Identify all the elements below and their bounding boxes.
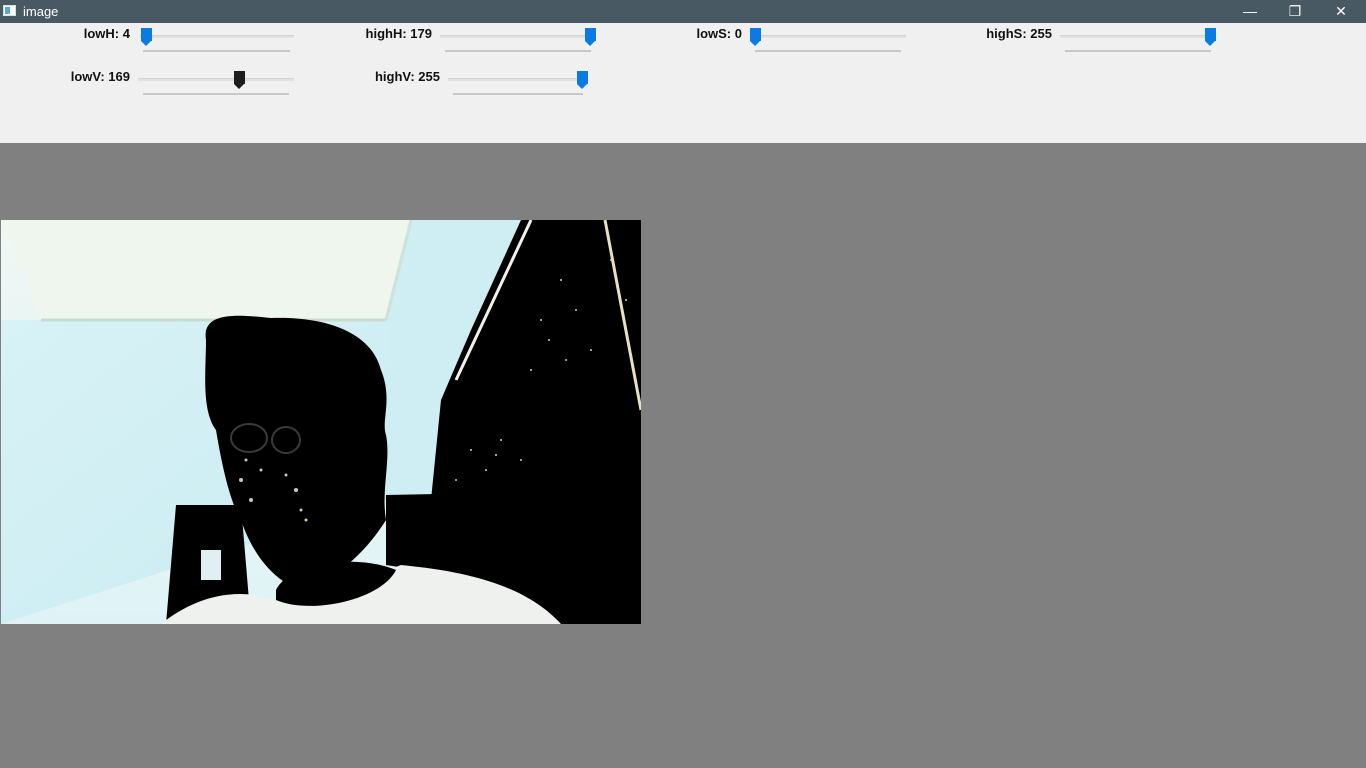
trackbar-panel: lowH: 4 highH: 179 lowS: 0 highS: 255 lo…: [0, 23, 1366, 143]
trackbar-label-highV: highV: 255: [330, 69, 440, 84]
trackbar-baseline: [453, 93, 583, 95]
app-window-icon: [3, 5, 16, 16]
title-bar[interactable]: image — ❐ ✕: [0, 0, 1366, 23]
trackbar-value: 0: [734, 26, 742, 41]
trackbar-value: 169: [108, 69, 130, 84]
window-title: image: [23, 4, 59, 19]
trackbar-value: 179: [410, 26, 432, 41]
trackbar-name: highS:: [986, 26, 1027, 41]
trackbar-label-lowH: lowH: 4: [40, 26, 130, 41]
trackbar-track-lowV[interactable]: [138, 78, 294, 81]
trackbar-track-highV[interactable]: [448, 78, 588, 81]
trackbar-thumb-lowS[interactable]: [750, 28, 761, 46]
trackbar-name: lowS:: [696, 26, 732, 41]
trackbar-label-lowV: lowV: 169: [30, 69, 130, 84]
trackbar-label-lowS: lowS: 0: [652, 26, 742, 41]
trackbar-baseline: [1065, 50, 1211, 52]
trackbar-baseline: [143, 50, 290, 52]
trackbar-label-highH: highH: 179: [322, 26, 432, 41]
trackbar-label-highS: highS: 255: [942, 26, 1052, 41]
trackbar-name: highH:: [365, 26, 407, 41]
trackbar-track-highS[interactable]: [1060, 35, 1216, 38]
minimize-button[interactable]: —: [1227, 0, 1273, 23]
trackbar-value: 255: [418, 69, 440, 84]
trackbar-thumb-lowH[interactable]: [141, 28, 152, 46]
trackbar-baseline: [755, 50, 901, 52]
trackbar-thumb-highV[interactable]: [577, 71, 588, 89]
trackbar-name: lowH:: [83, 26, 120, 41]
trackbar-baseline: [143, 93, 289, 95]
trackbar-track-lowS[interactable]: [750, 35, 906, 38]
trackbar-track-lowH[interactable]: [140, 35, 294, 38]
trackbar-name: highV:: [374, 69, 415, 84]
close-button[interactable]: ✕: [1318, 0, 1364, 23]
trackbar-name: lowV:: [70, 69, 105, 84]
trackbar-value: 255: [1030, 26, 1052, 41]
restore-button[interactable]: ❐: [1272, 0, 1318, 23]
trackbar-baseline: [445, 50, 591, 52]
trackbar-value: 4: [122, 26, 130, 41]
trackbar-track-highH[interactable]: [440, 35, 594, 38]
trackbar-thumb-highS[interactable]: [1205, 28, 1216, 46]
thresholded-webcam-image: [1, 220, 641, 624]
trackbar-thumb-highH[interactable]: [585, 28, 596, 46]
trackbar-thumb-lowV[interactable]: [234, 71, 245, 89]
webcam-frame-graphic: [1, 220, 641, 624]
